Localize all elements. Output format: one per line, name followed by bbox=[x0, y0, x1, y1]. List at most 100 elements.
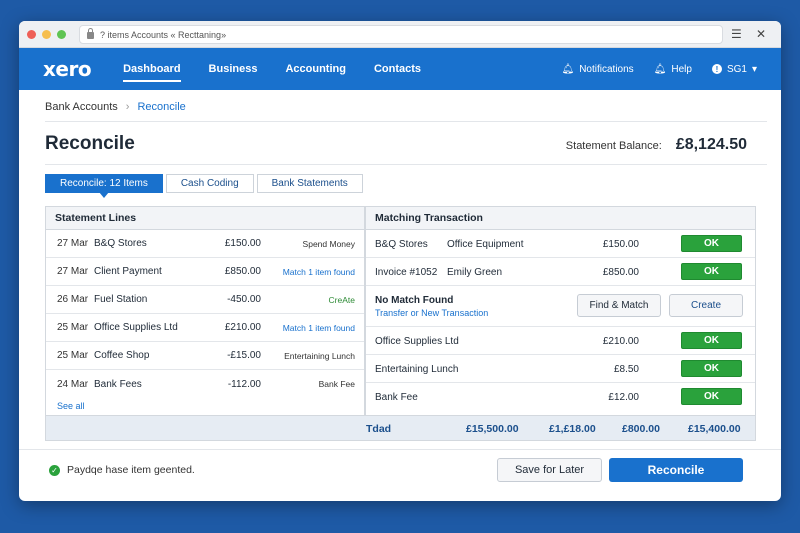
row-date: 24 Mar bbox=[57, 378, 89, 390]
statement-lines-panel: Statement Lines 27 Mar B&Q Stores £150.0… bbox=[45, 206, 365, 416]
save-for-later-button[interactable]: Save for Later bbox=[497, 458, 602, 482]
close-window-button[interactable] bbox=[27, 29, 36, 39]
match-row: Invoice #1052 Emily Green £850.00 OK bbox=[366, 258, 755, 286]
ok-button[interactable]: OK bbox=[681, 360, 742, 377]
match-title: Bank Fee bbox=[375, 392, 418, 403]
create-button[interactable]: Create bbox=[669, 294, 743, 317]
match-title: Entertaining Lunch bbox=[375, 364, 459, 375]
chevron-down-icon: ▾ bbox=[751, 63, 757, 75]
total-value: £1,£18.00 bbox=[549, 423, 596, 435]
row-status: Entertaining Lunch bbox=[284, 350, 355, 361]
user-menu[interactable]: ! SG1 ▾ bbox=[711, 63, 757, 75]
table-row[interactable]: 24 Mar Bank Fees -112.00 Bank Fee bbox=[46, 370, 364, 398]
match-amount: £8.50 bbox=[613, 364, 639, 375]
match-amount: £12.00 bbox=[608, 392, 639, 403]
hamburger-icon[interactable]: ☰ bbox=[731, 27, 742, 41]
row-status: Spend Money bbox=[302, 238, 355, 249]
top-navbar: xero Dashboard Business Accounting Conta… bbox=[19, 48, 781, 90]
table-row[interactable]: 25 Mar Office Supplies Ltd £210.00 Match… bbox=[46, 314, 364, 342]
totals-row: Tdad £15,500.00 £1,£18.00 £800.00 £15,40… bbox=[45, 416, 756, 441]
nav-menu: Dashboard Business Accounting Contacts bbox=[115, 48, 441, 90]
statement-balance-label: Statement Balance: bbox=[565, 140, 662, 152]
row-date: 26 Mar bbox=[57, 294, 89, 305]
lock-icon bbox=[87, 28, 94, 39]
nav-item-accounting[interactable]: Accounting bbox=[277, 48, 354, 90]
help-icon: 🔔︎ bbox=[653, 63, 667, 75]
row-status: Bank Fee bbox=[318, 379, 355, 389]
tab-bar: Reconcile: 12 Items Cash Coding Bank Sta… bbox=[45, 174, 363, 198]
row-name: B&Q Stores bbox=[94, 238, 147, 249]
breadcrumb: Bank Accounts › Reconcile bbox=[45, 101, 186, 113]
row-date: 27 Mar bbox=[57, 238, 89, 249]
tab-bank-statements[interactable]: Bank Statements bbox=[256, 174, 363, 193]
match-amount: £150.00 bbox=[602, 239, 639, 250]
window-controls bbox=[27, 29, 66, 39]
match-detail: Office Equipment bbox=[447, 239, 524, 250]
ok-button[interactable]: OK bbox=[681, 263, 742, 280]
maximize-window-button[interactable] bbox=[57, 29, 66, 39]
browser-window: ? items Accounts « Recttaning» ☰ ✕ xero … bbox=[19, 21, 781, 501]
row-name: Fuel Station bbox=[94, 294, 148, 305]
table-row[interactable]: 27 Mar Client Payment £850.00 Match 1 it… bbox=[46, 258, 364, 286]
row-name: Office Supplies Ltd bbox=[94, 322, 178, 333]
row-amount: -450.00 bbox=[227, 294, 261, 305]
row-amount: £850.00 bbox=[224, 266, 261, 277]
minimize-window-button[interactable] bbox=[42, 29, 51, 39]
total-value: £15,500.00 bbox=[466, 423, 519, 435]
ok-button[interactable]: OK bbox=[681, 332, 742, 349]
help-button[interactable]: 🔔︎ Help bbox=[654, 64, 692, 75]
match-row: B&Q Stores Office Equipment £150.00 OK bbox=[366, 230, 755, 258]
breadcrumb-bank-accounts[interactable]: Bank Accounts bbox=[45, 101, 118, 113]
bell-icon: 🔔︎ bbox=[561, 63, 575, 75]
row-match-link[interactable]: Match 1 item found bbox=[283, 267, 355, 277]
check-icon: ✓ bbox=[49, 464, 60, 476]
find-match-button[interactable]: Find & Match bbox=[577, 294, 661, 317]
divider bbox=[45, 164, 767, 165]
no-match-title: No Match Found bbox=[375, 295, 454, 306]
address-bar[interactable]: ? items Accounts « Recttaning» bbox=[79, 25, 723, 44]
nav-item-dashboard[interactable]: Dashboard bbox=[115, 48, 188, 90]
reconcile-button[interactable]: Reconcile bbox=[609, 458, 743, 482]
row-name: Bank Fees bbox=[94, 378, 142, 390]
match-amount: £210.00 bbox=[602, 336, 639, 347]
notifications-label: Notifications bbox=[579, 63, 634, 75]
browser-chrome: ? items Accounts « Recttaning» ☰ ✕ bbox=[19, 21, 781, 48]
row-create-link[interactable]: CreAte bbox=[329, 295, 355, 305]
tab-reconcile[interactable]: Reconcile: 12 Items bbox=[45, 174, 163, 198]
row-date: 25 Mar bbox=[57, 350, 89, 361]
status-message: ✓ Paydqe hase item geented. bbox=[49, 464, 195, 476]
ok-button[interactable]: OK bbox=[681, 388, 742, 405]
transfer-link[interactable]: Transfer or New Transaction bbox=[375, 308, 488, 318]
nav-right: 🔔︎ Notifications 🔔︎ Help ! SG1 ▾ bbox=[562, 48, 758, 90]
row-amount: -112.00 bbox=[227, 378, 261, 390]
total-value: £800.00 bbox=[622, 423, 660, 435]
see-all-link[interactable]: See all bbox=[57, 401, 85, 411]
breadcrumb-separator: › bbox=[125, 101, 130, 113]
breadcrumb-reconcile[interactable]: Reconcile bbox=[137, 101, 185, 113]
page-title: Reconcile bbox=[45, 133, 135, 154]
match-title: B&Q Stores bbox=[375, 239, 428, 250]
table-row[interactable]: 27 Mar B&Q Stores £150.00 Spend Money bbox=[46, 230, 364, 258]
matching-header: Matching Transaction bbox=[366, 207, 755, 230]
address-text: ? items Accounts « Recttaning» bbox=[100, 29, 227, 40]
table-row[interactable]: 25 Mar Coffee Shop -£15.00 Entertaining … bbox=[46, 342, 364, 370]
row-amount: £210.00 bbox=[224, 322, 261, 333]
match-detail: Emily Green bbox=[447, 267, 503, 278]
status-text: Paydqe hase item geented. bbox=[67, 464, 195, 476]
totals-label: Tdad bbox=[366, 423, 392, 435]
ok-button[interactable]: OK bbox=[681, 235, 742, 252]
close-icon[interactable]: ✕ bbox=[756, 27, 766, 41]
xero-logo[interactable]: xero bbox=[43, 57, 92, 81]
notifications-button[interactable]: 🔔︎ Notifications bbox=[562, 64, 634, 75]
nav-item-contacts[interactable]: Contacts bbox=[366, 48, 429, 90]
table-row[interactable]: 26 Mar Fuel Station -450.00 CreAte bbox=[46, 286, 364, 314]
divider bbox=[45, 121, 767, 122]
statement-balance: Statement Balance: £8,124.50 bbox=[566, 136, 747, 154]
match-row: Entertaining Lunch £8.50 OK bbox=[366, 355, 755, 383]
match-amount: £850.00 bbox=[602, 267, 639, 278]
tab-cash-coding[interactable]: Cash Coding bbox=[165, 174, 254, 193]
row-match-link[interactable]: Match 1 item found bbox=[283, 323, 355, 333]
row-amount: £150.00 bbox=[224, 238, 261, 249]
row-date: 25 Mar bbox=[57, 322, 89, 333]
nav-item-business[interactable]: Business bbox=[201, 48, 266, 90]
